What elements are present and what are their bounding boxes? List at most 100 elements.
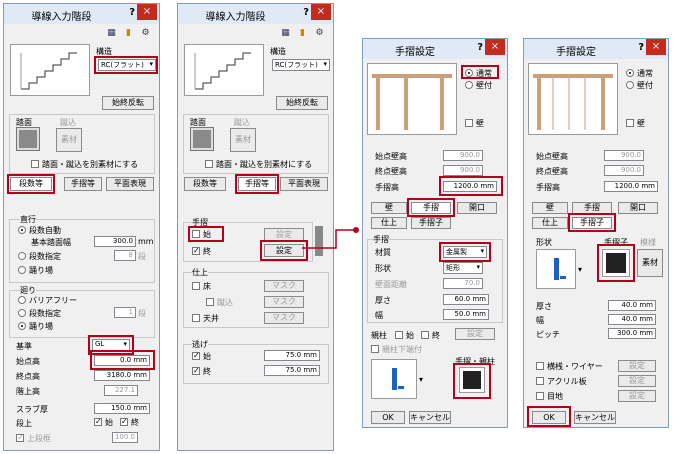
shape-preview[interactable] [371,359,417,399]
material-button[interactable]: 素材 [230,128,256,152]
title-bar[interactable]: 手摺設定? × [524,39,668,59]
step-count-input[interactable]: 8 [114,250,136,261]
end-wall-input[interactable]: 900.0 [604,165,644,176]
handrail-start-checkbox[interactable] [192,230,200,238]
reverse-button[interactable]: 始終反転 [276,96,328,110]
tab-wall[interactable]: 壁 [532,202,568,214]
tread-swatch[interactable] [16,127,40,151]
tab-finish[interactable]: 仕上 [532,217,568,229]
slab-input[interactable]: 150.0 mm [94,403,150,414]
close-button[interactable]: × [311,4,331,20]
newel-end-checkbox[interactable] [421,331,429,339]
step-end-checkbox[interactable] [120,417,128,426]
escape-start-input[interactable]: 75.0 mm [264,350,320,361]
rail-height-input[interactable]: 1200.0 mm [604,181,658,192]
structure-select[interactable]: RC(フラット) [272,59,330,71]
separate-material-checkbox[interactable] [205,160,213,168]
ceiling-checkbox[interactable] [192,314,200,322]
base-select[interactable]: GL [92,339,130,351]
chevron-down-icon[interactable]: ▾ [419,375,423,384]
tab-opening[interactable]: 開口 [618,202,658,214]
cancel-button[interactable]: キャンセル [574,411,616,424]
chevron-down-icon[interactable]: ▾ [578,265,582,274]
start-wall-input[interactable]: 900.0 [443,150,483,161]
cancel-button[interactable]: キャンセル [409,411,451,424]
tab-handrail[interactable]: 手摺等 [64,177,102,191]
base-tread-input[interactable]: 300.0 [94,236,136,247]
start-wall-input[interactable]: 900.0 [604,150,644,161]
gear-icon[interactable]: ⚙ [140,28,151,39]
newel-start-checkbox[interactable] [395,331,403,339]
tab-handrail[interactable]: 手摺等 [238,177,276,191]
folder-icon[interactable]: ▮ [123,28,134,39]
floor-mask-button[interactable]: マスク [264,280,304,292]
ceiling-mask-button[interactable]: マスク [264,312,304,324]
step-start-checkbox[interactable] [94,417,102,426]
table-icon[interactable]: ▦ [280,28,291,39]
material-button[interactable]: 素材 [637,249,663,277]
title-bar[interactable]: 導線入力階段? × [178,4,333,24]
riser-checkbox[interactable] [206,298,214,306]
turn-count-input[interactable]: 1 [114,307,136,318]
close-button[interactable]: × [646,39,666,55]
floor-checkbox[interactable] [192,282,200,290]
material-select[interactable]: 金属製 [443,246,487,258]
color-swatch[interactable] [459,367,485,393]
shape-select[interactable]: 矩形 [443,262,483,274]
handrail-start-setting-button[interactable]: 設定 [264,228,304,241]
normal-radio[interactable] [465,69,473,77]
tab-handrail[interactable]: 手摺 [572,202,612,214]
title-bar[interactable]: 手摺設定? × [363,39,507,59]
tab-opening[interactable]: 開口 [457,202,497,214]
help-button[interactable]: ? [477,42,483,53]
ok-button[interactable]: OK [371,411,405,424]
title-bar[interactable]: 導線入力階段? × [4,4,159,24]
close-button[interactable]: × [485,39,505,55]
wall-distance-input[interactable]: 70.0 [443,278,483,289]
tab-handrail[interactable]: 手摺 [411,202,451,214]
wire-checkbox[interactable] [536,362,544,370]
end-height-input[interactable]: 3180.0 mm [94,370,150,381]
newel-setting-button[interactable]: 設定 [455,328,495,340]
help-button[interactable]: ? [638,42,644,53]
close-button[interactable]: × [137,4,157,20]
wall-attach-radio[interactable] [626,81,634,89]
acrylic-checkbox[interactable] [536,377,544,385]
width-input[interactable]: 50.0 mm [443,309,489,320]
help-button[interactable]: ? [303,7,309,18]
table-icon[interactable]: ▦ [106,28,117,39]
wall-checkbox[interactable] [626,119,634,127]
rail-height-input[interactable]: 1200.0 mm [443,181,497,192]
floor-height-input[interactable]: 227.1 [104,385,138,396]
tab-finish[interactable]: 仕上 [371,217,407,229]
material-button[interactable]: 素材 [56,128,82,152]
turn-landing-radio[interactable] [18,322,26,330]
tab-baluster[interactable]: 手摺子 [572,217,612,229]
riser-mask-button[interactable]: マスク [264,296,304,308]
ok-button[interactable]: OK [532,411,566,424]
pitch-input[interactable]: 300.0 mm [608,328,656,339]
start-height-input[interactable]: 0.0 mm [94,355,150,366]
tab-plan[interactable]: 平面表現 [106,177,154,191]
acrylic-setting-button[interactable]: 設定 [618,375,656,387]
joint-checkbox[interactable] [536,392,544,400]
thickness-input[interactable]: 60.0 mm [443,294,489,305]
wall-checkbox[interactable] [465,119,473,127]
upper-frame-input[interactable]: 100.0 [112,432,138,443]
tab-plan[interactable]: 平面表現 [280,177,328,191]
folder-icon[interactable]: ▮ [297,28,308,39]
shape-preview[interactable] [536,249,576,289]
color-swatch[interactable] [602,249,630,277]
separate-material-checkbox[interactable] [31,160,39,168]
handrail-end-checkbox[interactable] [192,246,200,255]
newel-bottom-checkbox[interactable] [371,345,379,353]
wall-attach-radio[interactable] [465,81,473,89]
tab-baluster[interactable]: 手摺子 [411,217,451,229]
wire-setting-button[interactable]: 設定 [618,360,656,372]
reverse-button[interactable]: 始終反転 [102,96,154,110]
end-wall-input[interactable]: 900.0 [443,165,483,176]
joint-setting-button[interactable]: 設定 [618,390,656,402]
turn-count-radio[interactable] [18,309,26,317]
tab-steps[interactable]: 段数等 [10,177,52,191]
structure-select[interactable]: RC(フラット) [98,59,156,71]
